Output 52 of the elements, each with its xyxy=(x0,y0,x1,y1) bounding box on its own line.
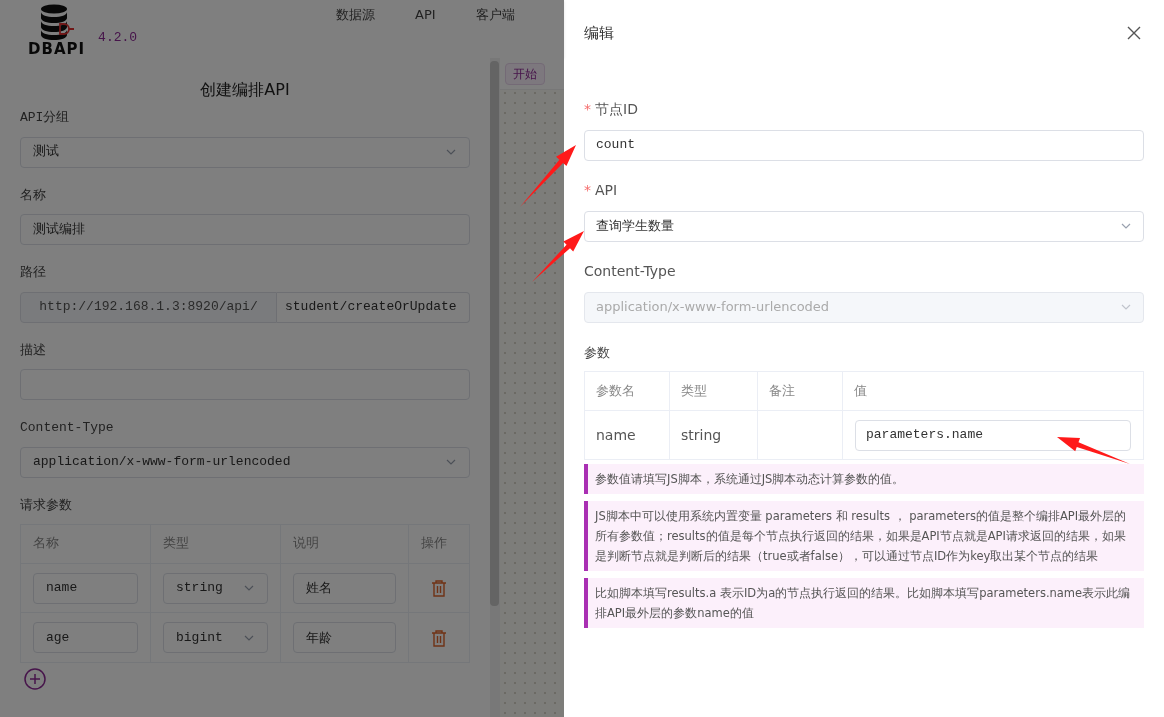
column-header: 类型 xyxy=(670,372,758,410)
table-cell: name xyxy=(585,411,670,459)
path-input[interactable]: student/createOrUpdate xyxy=(277,291,470,323)
field-label: API分组 xyxy=(20,109,71,127)
field-label: 名称 xyxy=(20,186,47,205)
close-icon[interactable] xyxy=(1127,26,1141,41)
param-name-input[interactable]: name xyxy=(33,572,138,604)
tip-note: 参数值请填写JS脚本，系统通过JS脚本动态计算参数的值。 xyxy=(584,464,1144,494)
database-logo-icon xyxy=(39,3,74,42)
column-header: 参数名 xyxy=(585,372,670,410)
input-field[interactable]: count xyxy=(584,129,1144,161)
nav-item[interactable]: 客户端 xyxy=(475,5,515,25)
select-field[interactable]: 查询学生数量 xyxy=(584,210,1144,242)
value-input[interactable]: parameters.name xyxy=(855,419,1131,451)
column-header: 值 xyxy=(853,382,868,401)
drawer-title: 编辑 xyxy=(584,23,614,44)
field-label: 描述 xyxy=(20,341,47,360)
section-label: 参数 xyxy=(584,343,611,362)
type-select[interactable]: string xyxy=(163,572,268,604)
node-chip[interactable]: 开始 xyxy=(505,62,545,85)
table-cell: string xyxy=(670,411,758,459)
type-select[interactable]: bigint xyxy=(163,622,268,653)
description-input[interactable]: 姓名 xyxy=(293,572,396,604)
tip-note: JS脚本中可以使用系统内置变量 parameters 和 results ， parameters的值是整个编排API最外层的所有参数值；results的值是每个节点执行返回的结果，如果是API节点就是API请求返回的结果，如果是判断节点就是判断后的结果（true或者false），可以通过节点ID作为key取出某个节点的结果 xyxy=(584,501,1144,571)
nav-item[interactable]: 数据源 xyxy=(336,5,376,25)
field-label: 节点ID xyxy=(595,99,638,119)
nav-item[interactable]: API xyxy=(415,5,436,25)
scrollbar-thumb[interactable] xyxy=(490,61,499,606)
logo-text: DBAPI xyxy=(28,41,86,57)
required-mark: * xyxy=(584,180,591,200)
field-label: 请求参数 xyxy=(20,496,73,515)
column-header: 名称 xyxy=(21,525,151,563)
trash-icon[interactable] xyxy=(431,579,447,597)
form-title: 创建编排API xyxy=(200,79,290,101)
input-field[interactable]: 测试编排 xyxy=(20,214,470,245)
field-label: 路径 xyxy=(20,264,47,282)
column-header: 类型 xyxy=(151,525,281,563)
description-input[interactable]: 年龄 xyxy=(293,622,396,653)
column-header: 备注 xyxy=(758,372,843,410)
tip-note: 比如脚本填写results.a 表示ID为a的节点执行返回的结果。比如脚本填写parameters.name表示此编排API最外层的参数name的值 xyxy=(584,578,1144,628)
required-mark: * xyxy=(584,99,591,119)
select-field[interactable]: 测试 xyxy=(20,136,470,168)
field-label: API xyxy=(595,180,618,200)
trash-icon[interactable] xyxy=(431,628,447,647)
url-prefix: http://192.168.1.3:8920/api/ xyxy=(20,291,277,323)
annotation-arrow xyxy=(530,229,586,284)
field-label: Content-Type xyxy=(20,419,115,437)
add-icon[interactable] xyxy=(24,668,46,690)
version-label: 4.2.0 xyxy=(98,29,138,48)
select-field[interactable]: application/x-www-form-urlencoded xyxy=(20,446,470,478)
field-label: Content-Type xyxy=(584,261,676,281)
param-name-input[interactable]: age xyxy=(33,622,138,653)
